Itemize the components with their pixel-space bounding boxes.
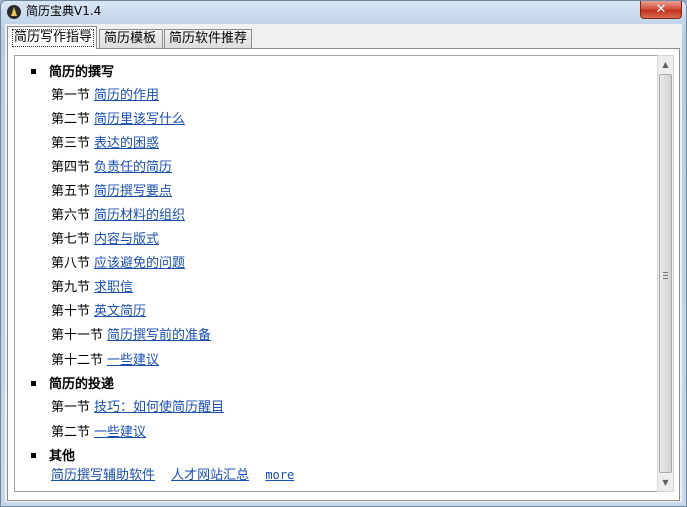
chapter-link[interactable]: 求职信 [94, 280, 133, 295]
list-item: 第六节 简历材料的组织 [51, 208, 186, 223]
list-item: 第四节 负责任的简历 [51, 160, 173, 175]
grip-icon [663, 272, 668, 279]
scroll-up-button[interactable]: ▲ [658, 56, 673, 73]
list-item: 第五节 简历撰写要点 [51, 184, 173, 199]
section-heading: 其他 [31, 449, 75, 465]
list-item: 第一节 技巧：如何使简历醒目 [51, 400, 225, 415]
more-link[interactable]: more [265, 468, 294, 482]
chapter-link[interactable]: 简历撰写要点 [94, 184, 172, 199]
footer-links: 简历撰写辅助软件 人才网站汇总 more [51, 467, 294, 484]
list-item: 第十节 英文简历 [51, 304, 147, 319]
window-title: 简历宝典V1.4 [26, 4, 102, 18]
tab-label: 简历写作指导 [12, 29, 95, 47]
chapter-link[interactable]: 简历材料的组织 [94, 208, 185, 223]
bullet-icon [31, 381, 36, 386]
bullet-icon [31, 69, 36, 74]
list-item: 第十二节 一些建议 [51, 353, 160, 368]
list-item: 第九节 求职信 [51, 280, 134, 295]
chapter-link[interactable]: 应该避免的问题 [94, 256, 185, 271]
tab-label: 简历软件推荐 [169, 31, 248, 46]
main-window: 简历宝典V1.4 ✕ 简历写作指导 简历模板 简历软件推荐 简历的撰写 第一节简… [0, 0, 687, 507]
tab-resume-templates[interactable]: 简历模板 [99, 29, 163, 49]
bullet-icon [31, 453, 36, 458]
tab-resume-software[interactable]: 简历软件推荐 [164, 29, 252, 49]
chapter-link[interactable]: 内容与版式 [94, 232, 159, 247]
section-heading: 简历的投递 [31, 377, 114, 393]
scroll-thumb[interactable] [659, 74, 672, 473]
chapter-link[interactable]: 表达的困惑 [94, 136, 159, 151]
chapter-link[interactable]: 简历里该写什么 [94, 112, 185, 127]
app-icon [7, 5, 21, 19]
tab-panel: 简历的撰写 第一节 简历的作用 第二节 简历里该写什么 第三节 表达的困惑 第四节 负责… [7, 48, 680, 501]
list-item: 第七节 内容与版式 [51, 232, 160, 247]
list-item: 第八节 应该避免的问题 [51, 256, 186, 271]
chapter-link[interactable]: 负责任的简历 [94, 160, 172, 175]
title-bar[interactable]: 简历宝典V1.4 ✕ [1, 1, 686, 23]
chapter-link[interactable]: 技巧：如何使简历醒目 [94, 400, 224, 415]
list-item: 第二节 简历里该写什么 [51, 112, 186, 127]
list-item: 第二节 一些建议 [51, 425, 147, 440]
guide-content: 简历的撰写 第一节 简历的作用 第二节 简历里该写什么 第三节 表达的困惑 第四节 负责… [14, 55, 658, 492]
chapter-link[interactable]: 简历撰写前的准备 [107, 328, 211, 343]
vertical-scrollbar[interactable]: ▲ ▼ [657, 55, 674, 492]
list-item: 第一节 简历的作用 [51, 88, 160, 103]
close-icon: ✕ [655, 2, 667, 17]
client-area: 简历写作指导 简历模板 简历软件推荐 简历的撰写 第一节 简历的作用 第二节 简历里… [5, 24, 682, 502]
close-button[interactable]: ✕ [640, 1, 682, 19]
list-item: 第十一节 简历撰写前的准备 [51, 328, 212, 343]
chapter-link[interactable]: 一些建议 [94, 425, 146, 440]
scroll-down-button[interactable]: ▼ [658, 474, 673, 491]
tab-resume-writing-guide[interactable]: 简历写作指导 [7, 26, 97, 49]
chapter-link[interactable]: 简历的作用 [94, 88, 159, 103]
resume-software-link[interactable]: 简历撰写辅助软件 [51, 468, 155, 483]
chapter-link[interactable]: 一些建议 [107, 353, 159, 368]
chapter-link[interactable]: 英文简历 [94, 304, 146, 319]
tab-label: 简历模板 [104, 31, 157, 46]
list-item: 第三节 表达的困惑 [51, 136, 160, 151]
talent-sites-link[interactable]: 人才网站汇总 [171, 468, 249, 483]
section-heading: 简历的撰写 [31, 65, 114, 81]
